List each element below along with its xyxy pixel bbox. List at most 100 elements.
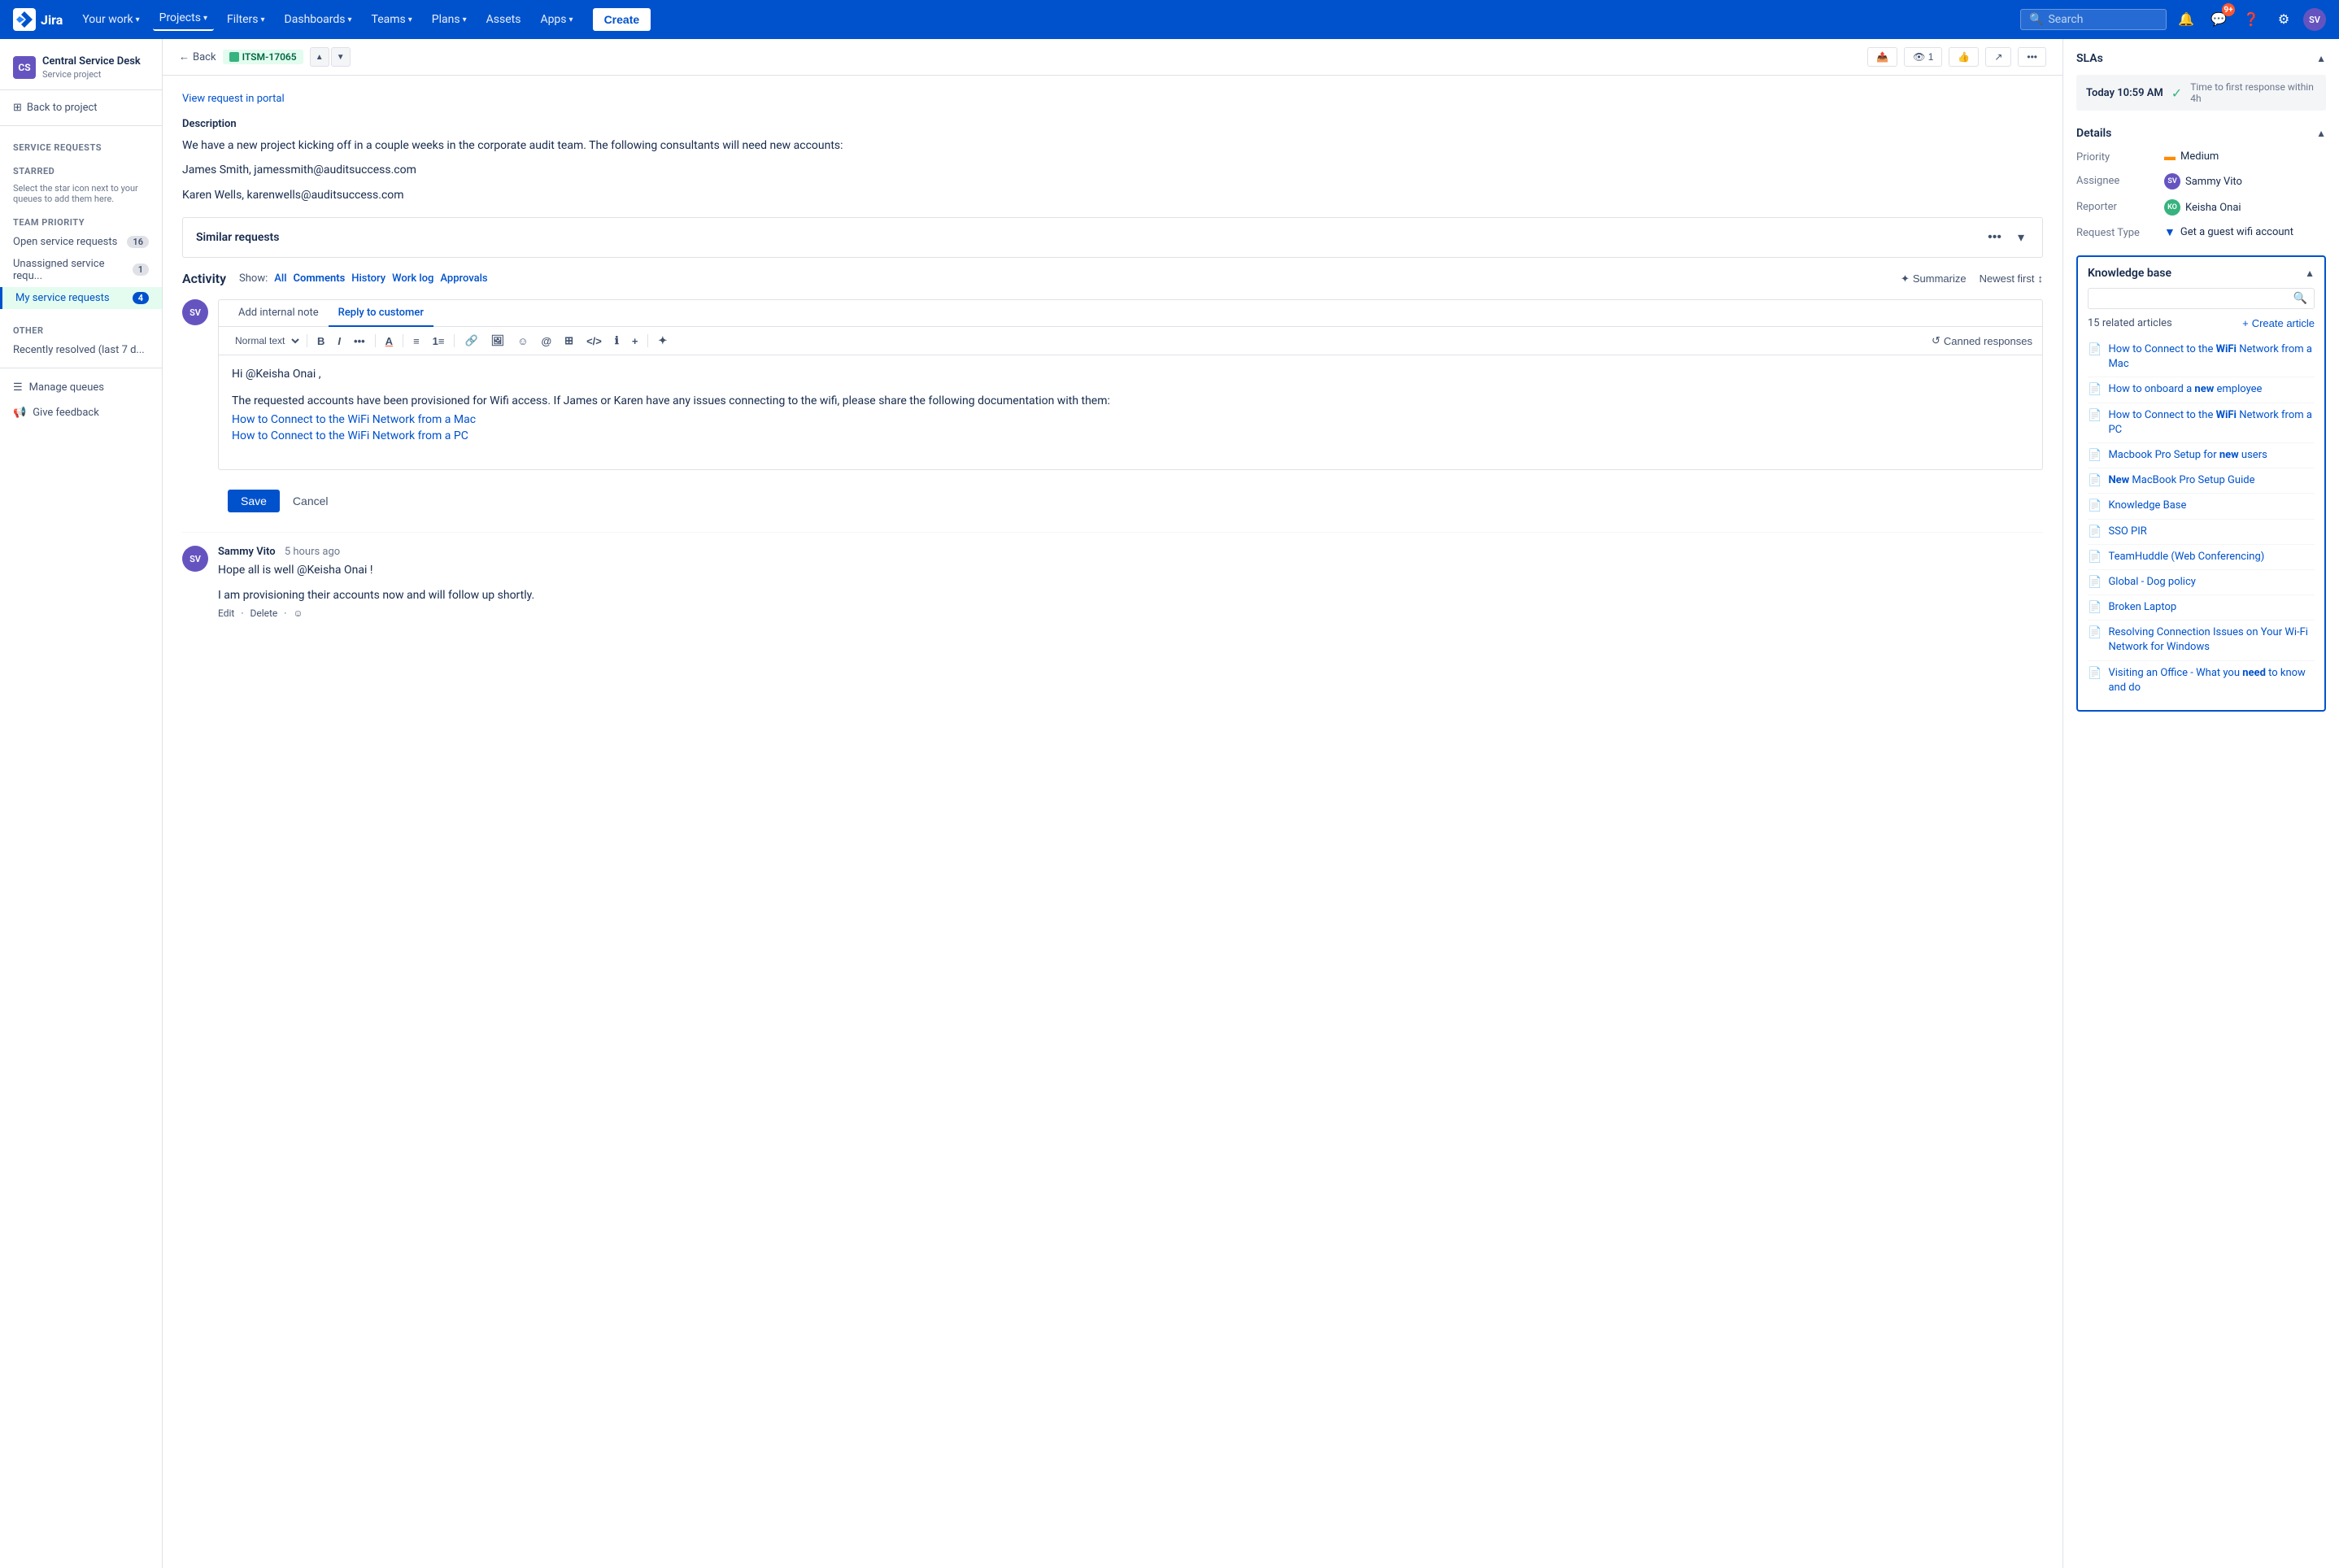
sort-button[interactable]: Newest first ↕ <box>1980 272 2043 285</box>
kb-article-link-1[interactable]: How to Connect to the WiFi Network from … <box>2108 342 2315 372</box>
kb-article-4: 📄 Macbook Pro Setup for new users <box>2088 443 2315 468</box>
kb-article-link-10[interactable]: Broken Laptop <box>2108 600 2176 615</box>
teams-nav[interactable]: Teams ▾ <box>365 10 419 29</box>
help-button[interactable]: ❓ <box>2238 7 2264 33</box>
comment-body: The requested accounts have been provisi… <box>232 392 2029 410</box>
canned-responses-button[interactable]: ↺ Knowledge base Canned responses <box>1932 334 2032 347</box>
wifi-link-pc[interactable]: How to Connect to the WiFi Network from … <box>232 429 2029 442</box>
global-search[interactable]: 🔍 Search <box>2020 9 2167 30</box>
kb-article-link-5[interactable]: New MacBook Pro Setup Guide <box>2108 473 2254 488</box>
italic-button[interactable]: I <box>333 333 346 350</box>
filter-approvals[interactable]: Approvals <box>440 272 487 285</box>
back-to-project-link[interactable]: ⊞ Back to project <box>0 97 162 119</box>
prev-issue-button[interactable]: ▲ <box>310 47 329 67</box>
reporter-avatar: KO <box>2164 199 2180 216</box>
kb-article-link-12[interactable]: Visiting an Office - What you need to kn… <box>2108 666 2315 695</box>
projects-nav[interactable]: Projects ▾ <box>153 8 214 31</box>
wifi-link-mac[interactable]: How to Connect to the WiFi Network from … <box>232 413 2029 426</box>
sort-icon: ↕ <box>2038 272 2044 285</box>
bold-button[interactable]: B <box>312 333 329 350</box>
kb-article-link-4[interactable]: Macbook Pro Setup for new users <box>2108 448 2267 463</box>
filter-all[interactable]: All <box>274 272 286 285</box>
more-button[interactable]: ••• <box>2018 47 2046 67</box>
notifications-button[interactable]: 🔔 <box>2173 7 2199 33</box>
plans-nav[interactable]: Plans ▾ <box>425 10 473 29</box>
kb-article-link-7[interactable]: SSO PIR <box>2108 525 2146 539</box>
dashboards-nav[interactable]: Dashboards ▾ <box>278 10 359 29</box>
user-avatar[interactable]: SV <box>2303 8 2326 31</box>
create-article-button[interactable]: + Create article <box>2242 317 2315 329</box>
kb-collapse-button[interactable]: ▲ <box>2305 268 2315 279</box>
thumbsup-button[interactable]: 👍 <box>1949 47 1979 67</box>
code-button[interactable]: </> <box>581 333 607 350</box>
slas-collapse-button[interactable]: ▲ <box>2316 53 2326 64</box>
tab-reply-customer[interactable]: Reply to customer <box>329 300 433 327</box>
cancel-button[interactable]: Cancel <box>286 490 335 512</box>
numbered-list-button[interactable]: 1≡ <box>428 333 450 350</box>
give-feedback-link[interactable]: 📢 Give feedback <box>0 400 162 425</box>
filters-nav[interactable]: Filters ▾ <box>220 10 272 29</box>
text-color-button[interactable]: A <box>381 333 398 350</box>
edit-comment-button[interactable]: Edit <box>218 608 234 619</box>
kb-article-7: 📄 SSO PIR <box>2088 520 2315 545</box>
share-link-button[interactable]: ↗ <box>1985 47 2011 67</box>
view-portal-link[interactable]: View request in portal <box>182 93 285 105</box>
table-button[interactable]: ⊞ <box>560 332 578 350</box>
next-issue-button[interactable]: ▼ <box>331 47 351 67</box>
starred-empty-text: Select the star icon next to your queues… <box>0 180 162 207</box>
tab-internal-note[interactable]: Add internal note <box>229 300 329 327</box>
link-button[interactable]: 🔗 <box>460 332 482 350</box>
kb-search-input[interactable] <box>2095 293 2290 305</box>
kb-article-link-6[interactable]: Knowledge Base <box>2108 499 2186 513</box>
your-work-nav[interactable]: Your work ▾ <box>76 10 146 29</box>
filter-worklog[interactable]: Work log <box>392 272 433 285</box>
kb-article-link-2[interactable]: How to onboard a new employee <box>2108 382 2262 397</box>
manage-queues-link[interactable]: ☰ Manage queues <box>0 375 162 400</box>
kb-article-link-3[interactable]: How to Connect to the WiFi Network from … <box>2108 408 2315 438</box>
kb-article-link-8[interactable]: TeamHuddle (Web Conferencing) <box>2108 550 2264 564</box>
sidebar-item-unassigned-requests[interactable]: Unassigned service requ... 1 <box>0 253 162 287</box>
settings-button[interactable]: ⚙ <box>2271 7 2297 33</box>
mention-button[interactable]: @ <box>536 333 556 350</box>
filter-history[interactable]: History <box>351 272 385 285</box>
priority-value: ▬ Medium <box>2164 150 2326 163</box>
ai-button[interactable]: ✦ <box>653 332 672 350</box>
bullet-list-button[interactable]: ≡ <box>408 333 425 350</box>
summarize-button[interactable]: ✦ Summarize <box>1901 272 1967 285</box>
wifi-icon: ▼ <box>2164 225 2176 239</box>
kb-article-link-9[interactable]: Global - Dog policy <box>2108 575 2195 590</box>
similar-requests-collapse-button[interactable]: ▾ <box>2013 228 2029 247</box>
comment-content[interactable]: Hi @Keisha Onai , The requested accounts… <box>219 355 2042 469</box>
watch-button[interactable]: 👁 1 <box>1904 47 1942 67</box>
more-format-button[interactable]: ••• <box>349 333 370 350</box>
comment-editor-row: SV Add internal note Reply to customer <box>182 299 2043 519</box>
share-button[interactable]: 📤 <box>1867 47 1897 67</box>
assets-nav[interactable]: Assets <box>480 10 528 29</box>
more-elements-button[interactable]: + <box>627 333 643 350</box>
info-button[interactable]: ℹ <box>610 332 624 350</box>
sidebar-item-my-requests[interactable]: My service requests 4 <box>0 287 162 309</box>
sidebar-item-recently-resolved[interactable]: Recently resolved (last 7 d... <box>0 339 162 361</box>
filter-comments[interactable]: Comments <box>294 272 346 285</box>
kb-footer: 15 related articles + Create article <box>2088 317 2315 329</box>
article-icon: 📄 <box>2088 499 2102 512</box>
create-button[interactable]: Create <box>593 8 651 31</box>
issue-area: ← Back ITSM-17065 ▲ ▼ 📤 👁 1 👍 ↗ ••• <box>163 39 2062 1568</box>
details-collapse-button[interactable]: ▲ <box>2316 128 2326 139</box>
delete-comment-button[interactable]: Delete <box>250 608 277 619</box>
kb-article-link-11[interactable]: Resolving Connection Issues on Your Wi-F… <box>2108 625 2315 655</box>
sidebar-item-open-requests[interactable]: Open service requests 16 <box>0 231 162 253</box>
activity-header: Activity Show: All Comments History Work… <box>182 271 2043 286</box>
apps-nav[interactable]: Apps ▾ <box>534 10 579 29</box>
emoji-reaction-button[interactable]: ☺ <box>293 608 303 619</box>
similar-requests-more-button[interactable]: ••• <box>1983 229 2006 246</box>
jira-logo[interactable]: Jira <box>13 8 63 31</box>
image-button[interactable]: 🖼 <box>486 332 510 350</box>
slas-section: SLAs ▲ Today 10:59 AM ✓ Time to first re… <box>2076 52 2326 111</box>
comment-body-text-1: Hope all is well @Keisha Onai ! <box>218 561 534 579</box>
save-button[interactable]: Save <box>228 490 280 512</box>
back-button[interactable]: ← Back <box>179 50 216 63</box>
comment-footer: Save Cancel <box>218 483 2043 519</box>
emoji-button[interactable]: ☺ <box>512 333 533 350</box>
text-style-select[interactable]: Normal text <box>229 332 302 350</box>
